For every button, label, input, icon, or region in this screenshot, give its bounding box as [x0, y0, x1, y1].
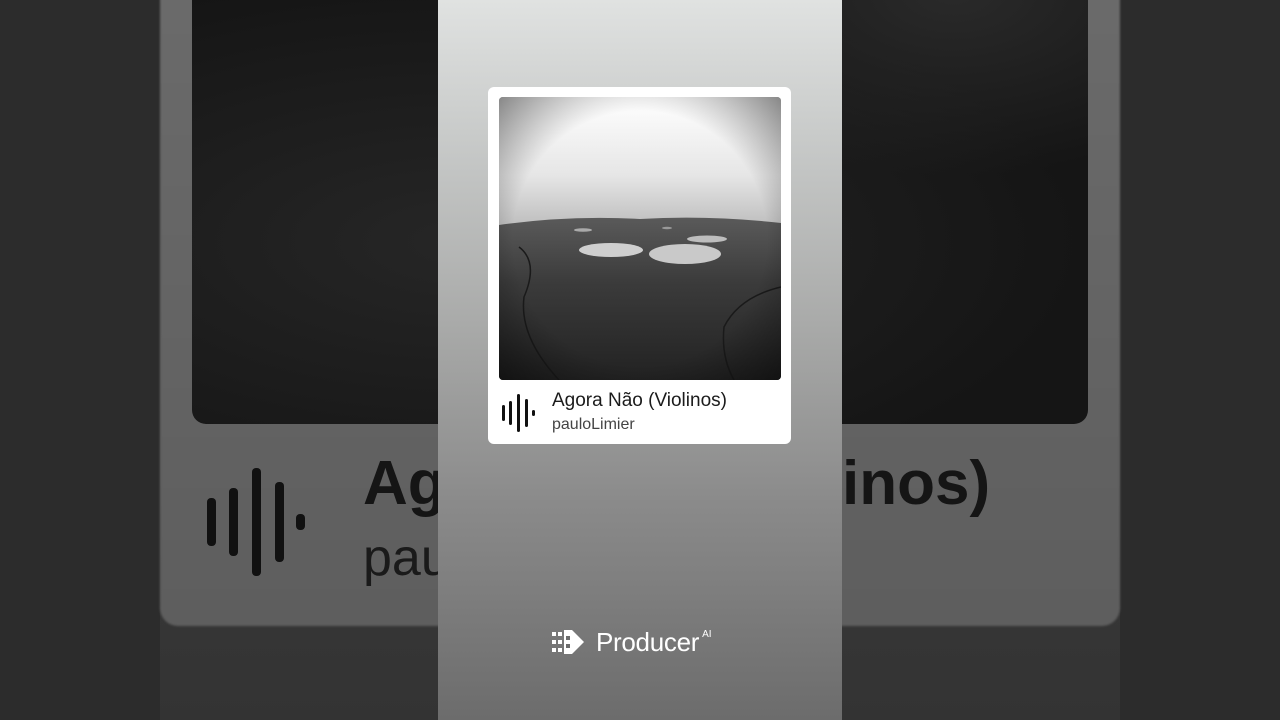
track-card[interactable]: Agora Não (Violinos) pauloLimier: [488, 87, 791, 444]
background-waveform-icon: [207, 468, 305, 576]
brand-superscript: AI: [702, 629, 712, 640]
background-left-edge: [0, 0, 160, 720]
track-artist[interactable]: pauloLimier: [552, 416, 635, 434]
cover-art-image: [499, 97, 781, 380]
background-artist: pau: [363, 529, 450, 587]
video-frame: Agora Não (Violinos) pauloLimier Produce…: [438, 0, 842, 720]
track-title: Agora Não (Violinos): [552, 390, 727, 411]
brand-name: Producer: [596, 626, 700, 657]
audio-waveform-icon: [502, 394, 535, 432]
track-info: Agora Não (Violinos) pauloLimier: [488, 380, 791, 444]
background-title-left: Ag: [363, 449, 446, 518]
background-right-edge: [1120, 0, 1280, 720]
background-title-right: inos): [842, 449, 991, 518]
producer-logo-icon: [552, 630, 584, 654]
brand-watermark: Producer AI: [552, 625, 712, 659]
